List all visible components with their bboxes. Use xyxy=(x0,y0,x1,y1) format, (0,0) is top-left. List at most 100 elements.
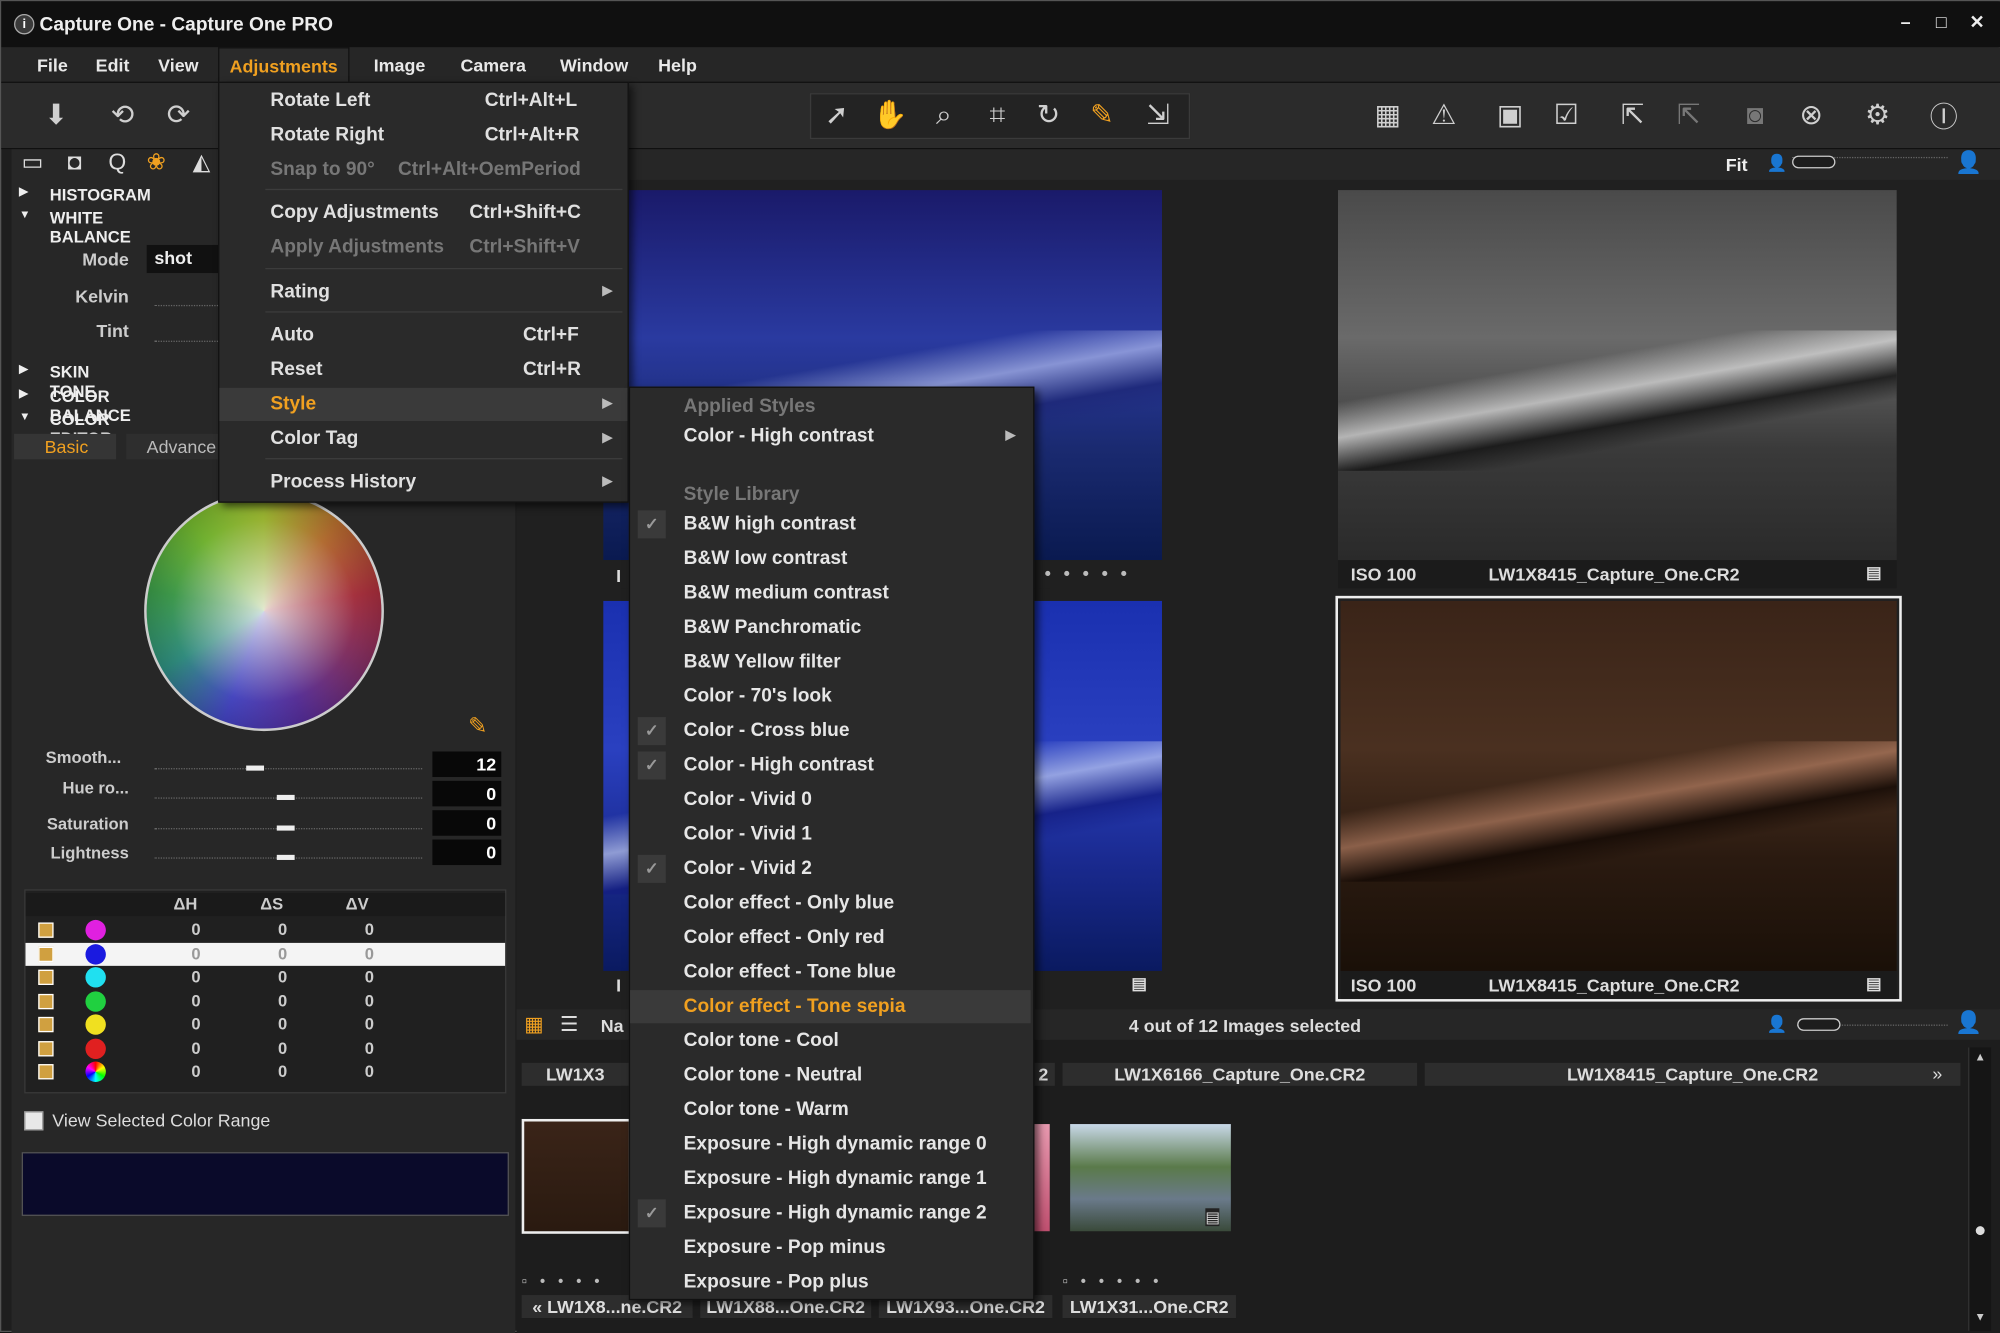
tab-basic[interactable]: Basic xyxy=(14,433,117,460)
color-range-row[interactable]: 0 0 0 xyxy=(26,919,506,942)
mode-select[interactable]: shot xyxy=(146,244,219,274)
add-folder-icon[interactable]: ▣ xyxy=(1491,96,1529,134)
cancel-icon[interactable]: ⊗ xyxy=(1792,96,1830,134)
name-column-header[interactable]: Na xyxy=(601,1016,624,1036)
info-icon[interactable]: Ⓘ xyxy=(1925,96,1963,134)
scroll-left-icon[interactable]: « xyxy=(532,1296,547,1316)
menu-view[interactable]: View xyxy=(148,52,209,78)
style-item-b-w-high-contrast[interactable]: ✓ B&W high contrast xyxy=(630,508,1031,541)
menu-image[interactable]: Image xyxy=(364,52,436,78)
apply-icon[interactable]: ⇲ xyxy=(1139,96,1177,134)
adjustments-item-rotate-left[interactable]: Rotate Left Ctrl+Alt+L xyxy=(219,84,627,117)
style-item-color-tone-warm[interactable]: Color tone - Warm xyxy=(630,1093,1031,1126)
photo-preview-bw[interactable] xyxy=(1337,190,1897,561)
style-item-color-cross-blue[interactable]: ✓ Color - Cross blue xyxy=(630,715,1031,748)
style-item-b-w-low-contrast[interactable]: B&W low contrast xyxy=(630,542,1031,575)
style-item-exposure-pop-minus[interactable]: Exposure - Pop minus xyxy=(630,1231,1031,1264)
color-range-row[interactable]: 0 0 0 xyxy=(26,966,506,989)
rating-dots-top[interactable]: ••••• xyxy=(1045,563,1140,583)
warning-icon[interactable]: ⚠ xyxy=(1425,96,1463,134)
smooth-slider[interactable] xyxy=(154,765,423,771)
close-button[interactable]: ✕ xyxy=(1966,11,1989,33)
picker-icon[interactable]: ✎ xyxy=(1083,96,1121,134)
caption-info-icon-bw[interactable]: ▤ xyxy=(1866,563,1882,583)
adjustments-item-style[interactable]: Style ▶ xyxy=(219,387,628,422)
browser-scrollbar[interactable]: ▲ ▼ xyxy=(1968,1047,1992,1331)
tool-tab-quality-icon[interactable]: Q xyxy=(108,149,126,176)
scroll-right-icon[interactable]: » xyxy=(1932,1063,1942,1083)
row-checkbox[interactable] xyxy=(38,946,54,962)
smooth-value[interactable]: 12 xyxy=(432,751,502,778)
tool-tab-exposure-icon[interactable]: ◭ xyxy=(193,149,211,176)
hue-slider[interactable] xyxy=(154,794,423,800)
style-item-b-w-yellow-filter[interactable]: B&W Yellow filter xyxy=(630,646,1031,679)
color-swatch[interactable] xyxy=(85,1037,106,1059)
adjustments-item-rating[interactable]: Rating ▶ xyxy=(219,276,627,309)
zoom-icon[interactable]: ⌕ xyxy=(925,96,963,134)
settings-icon[interactable]: ⚙ xyxy=(1858,96,1896,134)
scroll-thumb[interactable] xyxy=(1975,1226,1985,1236)
select-icon[interactable]: ➚ xyxy=(818,96,856,134)
thumb-boat-info-icon[interactable]: ▤ xyxy=(1205,1208,1220,1227)
caption-info-icon-partial[interactable]: ▤ xyxy=(1131,974,1147,994)
scroll-down-icon[interactable]: ▼ xyxy=(1974,1310,1985,1323)
scroll-up-icon[interactable]: ▲ xyxy=(1974,1050,1985,1063)
tint-slider[interactable] xyxy=(154,340,219,344)
thumb-sepia[interactable] xyxy=(521,1118,632,1234)
hue-value[interactable]: 0 xyxy=(432,780,502,807)
lightness-value[interactable]: 0 xyxy=(432,839,502,866)
lightness-slider[interactable] xyxy=(154,854,423,860)
viewer-zoom-slider[interactable] xyxy=(1792,155,1948,170)
row-checkbox[interactable] xyxy=(38,969,54,985)
adjustments-item-process-history[interactable]: Process History ▶ xyxy=(219,466,627,499)
export-variant-icon[interactable]: ⇱ xyxy=(1670,96,1708,134)
menu-camera[interactable]: Camera xyxy=(450,52,536,78)
style-item-color-vivid-1[interactable]: Color - Vivid 1 xyxy=(630,818,1031,851)
kelvin-slider[interactable] xyxy=(154,304,219,308)
thumb-rating-4[interactable]: ▫••••• xyxy=(1062,1272,1171,1290)
check-folder-icon[interactable]: ☑ xyxy=(1547,96,1585,134)
adjustments-item-color-tag[interactable]: Color Tag ▶ xyxy=(219,422,627,455)
view-range-checkbox[interactable] xyxy=(24,1111,44,1131)
style-item-color-tone-cool[interactable]: Color tone - Cool xyxy=(630,1025,1031,1058)
style-item-b-w-panchromatic[interactable]: B&W Panchromatic xyxy=(630,611,1031,644)
style-item-color-high-contrast[interactable]: ✓ Color - High contrast xyxy=(630,749,1031,782)
minimize-button[interactable]: – xyxy=(1894,11,1917,31)
caption-info-icon-sepia[interactable]: ▤ xyxy=(1866,974,1882,994)
rotate-left-icon[interactable]: ⟲ xyxy=(103,96,141,134)
grid-view-icon[interactable]: ▦ xyxy=(524,1012,543,1038)
adjustments-item-copy-adjustments[interactable]: Copy Adjustments Ctrl+Shift+C xyxy=(219,196,627,229)
style-item-b-w-medium-contrast[interactable]: B&W medium contrast xyxy=(630,577,1031,610)
thumb-rating-1[interactable]: ▫•••• xyxy=(522,1272,613,1290)
color-wheel[interactable] xyxy=(144,491,384,732)
style-item-exposure-high-dynamic-range-1[interactable]: Exposure - High dynamic range 1 xyxy=(630,1162,1031,1195)
menu-help[interactable]: Help xyxy=(648,52,707,78)
row-checkbox[interactable] xyxy=(38,993,54,1009)
color-range-row[interactable]: 0 0 0 xyxy=(26,1013,506,1036)
style-item-color-effect-tone-sepia[interactable]: Color effect - Tone sepia xyxy=(630,990,1031,1024)
maximize-button[interactable]: □ xyxy=(1930,11,1953,31)
menu-window[interactable]: Window xyxy=(550,52,639,78)
thumb-partial-pink[interactable] xyxy=(1031,1124,1050,1232)
tab-advanced[interactable]: Advance xyxy=(126,433,222,460)
style-item-exposure-pop-plus[interactable]: Exposure - Pop plus xyxy=(630,1266,1031,1299)
rotate-right-icon[interactable]: ⟳ xyxy=(159,96,197,134)
adjustments-item-auto[interactable]: Auto Ctrl+F xyxy=(219,319,627,352)
fit-label[interactable]: Fit xyxy=(1726,154,1748,174)
import-icon[interactable]: ⬇ xyxy=(37,96,75,134)
browser-size-slider[interactable] xyxy=(1797,1018,1948,1031)
style-item-color-70-s-look[interactable]: Color - 70's look xyxy=(630,680,1031,713)
adjustments-item-reset[interactable]: Reset Ctrl+R xyxy=(219,353,627,386)
row-checkbox[interactable] xyxy=(38,1016,54,1033)
crop-icon[interactable]: ⌗ xyxy=(978,96,1016,134)
style-item-color-effect-only-blue[interactable]: Color effect - Only blue xyxy=(630,887,1031,920)
menu-edit[interactable]: Edit xyxy=(85,52,139,78)
color-swatch[interactable] xyxy=(85,1061,106,1082)
style-item-color-effect-tone-blue[interactable]: Color effect - Tone blue xyxy=(630,956,1031,989)
rotate-tool-icon[interactable]: ↻ xyxy=(1029,96,1067,134)
color-swatch[interactable] xyxy=(85,990,106,1012)
color-swatch[interactable] xyxy=(85,943,106,964)
tool-tab-camera-icon[interactable]: ◘ xyxy=(68,149,82,176)
row-checkbox[interactable] xyxy=(38,1064,54,1080)
camera-icon[interactable]: ◙ xyxy=(1736,96,1774,134)
